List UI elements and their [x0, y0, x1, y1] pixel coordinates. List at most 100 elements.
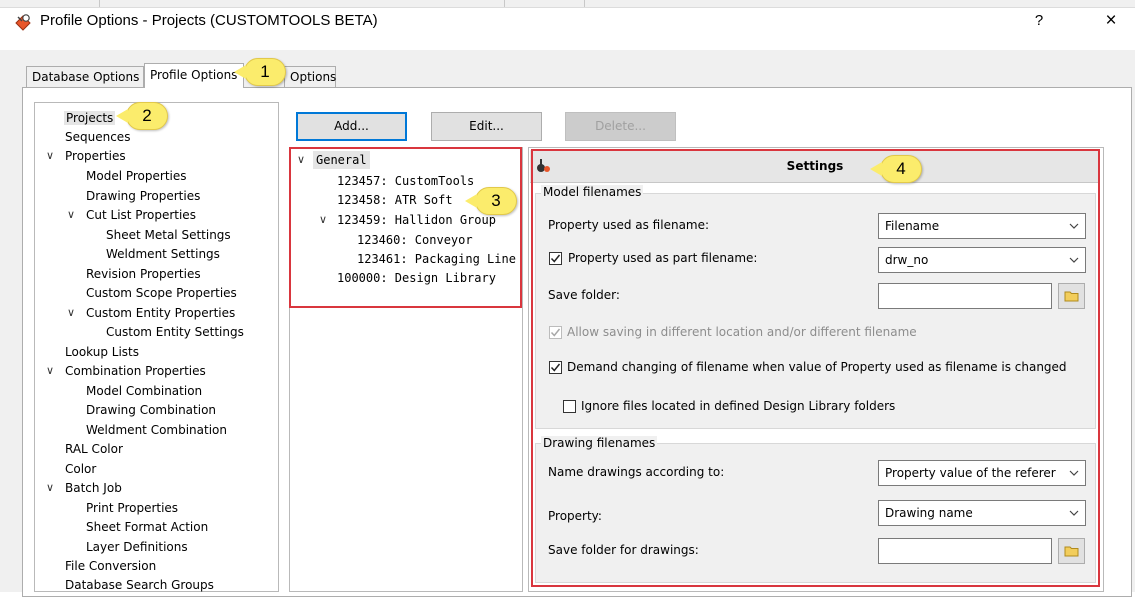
- checkmark-icon: [550, 363, 561, 372]
- tree-item-model-combination[interactable]: Model Combination: [86, 382, 202, 400]
- tree-item-label: Drawing Combination: [86, 403, 217, 417]
- tree-item-database-search-groups[interactable]: Database Search Groups: [65, 576, 214, 594]
- select-value: drw_no: [885, 253, 929, 267]
- strip-segment: [100, 0, 505, 7]
- tree-item-cut-list-properties[interactable]: Cut List Properties: [86, 206, 196, 224]
- allow-saving-checkbox[interactable]: [549, 326, 562, 339]
- app-logo-icon: [14, 13, 32, 31]
- background-window-strip: [0, 0, 1135, 8]
- save-folder-drawings-label: Save folder for drawings:: [548, 543, 699, 557]
- tree-item-label: Properties: [65, 149, 126, 163]
- group-legend: Drawing filenames: [541, 436, 658, 450]
- chevron-down-icon[interactable]: ∨: [46, 362, 54, 380]
- folder-icon: [1064, 291, 1079, 302]
- strip-segment: [505, 0, 585, 7]
- select-value: Property value of the referer: [885, 466, 1056, 480]
- tree-item-weldment-settings[interactable]: Weldment Settings: [106, 245, 220, 263]
- save-folder-input[interactable]: [878, 283, 1052, 309]
- tree-item-properties[interactable]: Properties: [65, 147, 126, 165]
- chevron-down-icon: [1069, 257, 1079, 263]
- chevron-down-icon[interactable]: ∨: [67, 206, 75, 224]
- project-item[interactable]: 123460: Conveyor: [357, 231, 473, 249]
- browse-folder-button[interactable]: [1058, 283, 1085, 309]
- group-legend: Model filenames: [541, 185, 644, 199]
- tree-item-file-conversion[interactable]: File Conversion: [65, 557, 156, 575]
- tab-database-options[interactable]: Database Options: [26, 66, 144, 87]
- part-filename-select[interactable]: drw_no: [878, 247, 1086, 273]
- chevron-down-icon: [1069, 223, 1079, 229]
- tree-item-ral-color[interactable]: RAL Color: [65, 440, 123, 458]
- tree-item-label: Combination Properties: [65, 364, 206, 378]
- tree-item-sheet-metal-settings[interactable]: Sheet Metal Settings: [106, 226, 231, 244]
- chevron-down-icon[interactable]: ∨: [319, 211, 327, 229]
- settings-title: Settings: [786, 159, 844, 173]
- property-label: Property:: [548, 509, 602, 523]
- tree-item-model-properties[interactable]: Model Properties: [86, 167, 187, 185]
- property-filename-label: Property used as filename:: [548, 218, 710, 232]
- chevron-down-icon: [1069, 510, 1079, 516]
- project-item[interactable]: 123457: CustomTools: [337, 172, 474, 190]
- tree-item-custom-scope-properties[interactable]: Custom Scope Properties: [86, 284, 237, 302]
- tree-item-drawing-combination[interactable]: Drawing Combination: [86, 401, 216, 419]
- tree-item-revision-properties[interactable]: Revision Properties: [86, 265, 201, 283]
- tree-item-label: Color: [65, 462, 97, 476]
- callout-3: 3: [465, 187, 517, 215]
- tree-item-label: File Conversion: [65, 559, 157, 573]
- tree-item-combination-properties[interactable]: Combination Properties: [65, 362, 206, 380]
- chevron-down-icon[interactable]: ∨: [46, 479, 54, 497]
- save-folder-drawings-input[interactable]: [878, 538, 1052, 564]
- ignore-files-checkbox[interactable]: [563, 400, 576, 413]
- demand-changing-checkbox[interactable]: [549, 361, 562, 374]
- tree-item-custom-entity-properties[interactable]: Custom Entity Properties: [86, 304, 235, 322]
- part-filename-checkbox[interactable]: [549, 252, 562, 265]
- allow-saving-label: Allow saving in different location and/o…: [567, 325, 917, 339]
- tree-item-label: Weldment Settings: [106, 247, 220, 261]
- tree-item-layer-definitions[interactable]: Layer Definitions: [86, 538, 188, 556]
- tree-item-label: Weldment Combination: [86, 423, 227, 437]
- close-button[interactable]: ×: [1099, 9, 1123, 33]
- project-item[interactable]: 123458: ATR Soft: [337, 191, 453, 209]
- edit-button[interactable]: Edit...: [431, 112, 542, 141]
- name-drawings-select[interactable]: Property value of the referer: [878, 460, 1086, 486]
- tree-item-batch-job[interactable]: Batch Job: [65, 479, 122, 497]
- checkmark-icon: [550, 328, 561, 337]
- checkmark-icon: [550, 254, 561, 263]
- tree-item-print-properties[interactable]: Print Properties: [86, 499, 178, 517]
- tree-item-lookup-lists[interactable]: Lookup Lists: [65, 343, 139, 361]
- tab-profile-options[interactable]: Profile Options: [144, 63, 244, 88]
- tree-item-label: Sheet Metal Settings: [106, 228, 231, 242]
- chevron-down-icon[interactable]: ∨: [67, 304, 75, 322]
- folder-icon: [1064, 546, 1079, 557]
- tree-item-weldment-combination[interactable]: Weldment Combination: [86, 421, 227, 439]
- project-item[interactable]: 123459: Hallidon Group: [337, 211, 496, 229]
- help-button[interactable]: ?: [1028, 10, 1050, 32]
- chevron-down-icon[interactable]: ∨: [46, 147, 54, 165]
- property-filename-select[interactable]: Filename: [878, 213, 1086, 239]
- callout-1: 1: [234, 58, 286, 86]
- tree-item-sequences[interactable]: Sequences: [65, 128, 130, 146]
- tab-options[interactable]: Options: [284, 66, 336, 87]
- options-tree-items: Projects Sequences ∨ Properties Model Pr…: [34, 102, 279, 592]
- tree-item-label: Custom Entity Properties: [86, 306, 236, 320]
- tree-item-label: Layer Definitions: [86, 540, 188, 554]
- save-folder-label: Save folder:: [548, 288, 620, 302]
- tree-item-label: Custom Scope Properties: [86, 286, 237, 300]
- add-button[interactable]: Add...: [296, 112, 407, 141]
- tree-item-drawing-properties[interactable]: Drawing Properties: [86, 187, 200, 205]
- tree-item-label: Custom Entity Settings: [106, 325, 244, 339]
- ignore-files-label: Ignore files located in defined Design L…: [581, 399, 896, 413]
- browse-folder-button[interactable]: [1058, 538, 1085, 564]
- callout-4: 4: [870, 155, 922, 183]
- part-filename-label: Property used as part filename:: [568, 251, 758, 265]
- project-item-general[interactable]: General: [313, 151, 370, 169]
- tree-item-color[interactable]: Color: [65, 460, 96, 478]
- tree-item-projects[interactable]: Projects: [64, 109, 116, 127]
- chevron-down-icon[interactable]: ∨: [297, 151, 305, 169]
- tree-item-custom-entity-settings[interactable]: Custom Entity Settings: [106, 323, 244, 341]
- drawing-property-select[interactable]: Drawing name: [878, 500, 1086, 526]
- tree-item-sheet-format-action[interactable]: Sheet Format Action: [86, 518, 208, 536]
- project-item[interactable]: 123461: Packaging Line: [357, 250, 516, 268]
- delete-button[interactable]: Delete...: [565, 112, 676, 141]
- project-item[interactable]: 100000: Design Library: [337, 269, 496, 287]
- project-item-label: General: [316, 153, 367, 167]
